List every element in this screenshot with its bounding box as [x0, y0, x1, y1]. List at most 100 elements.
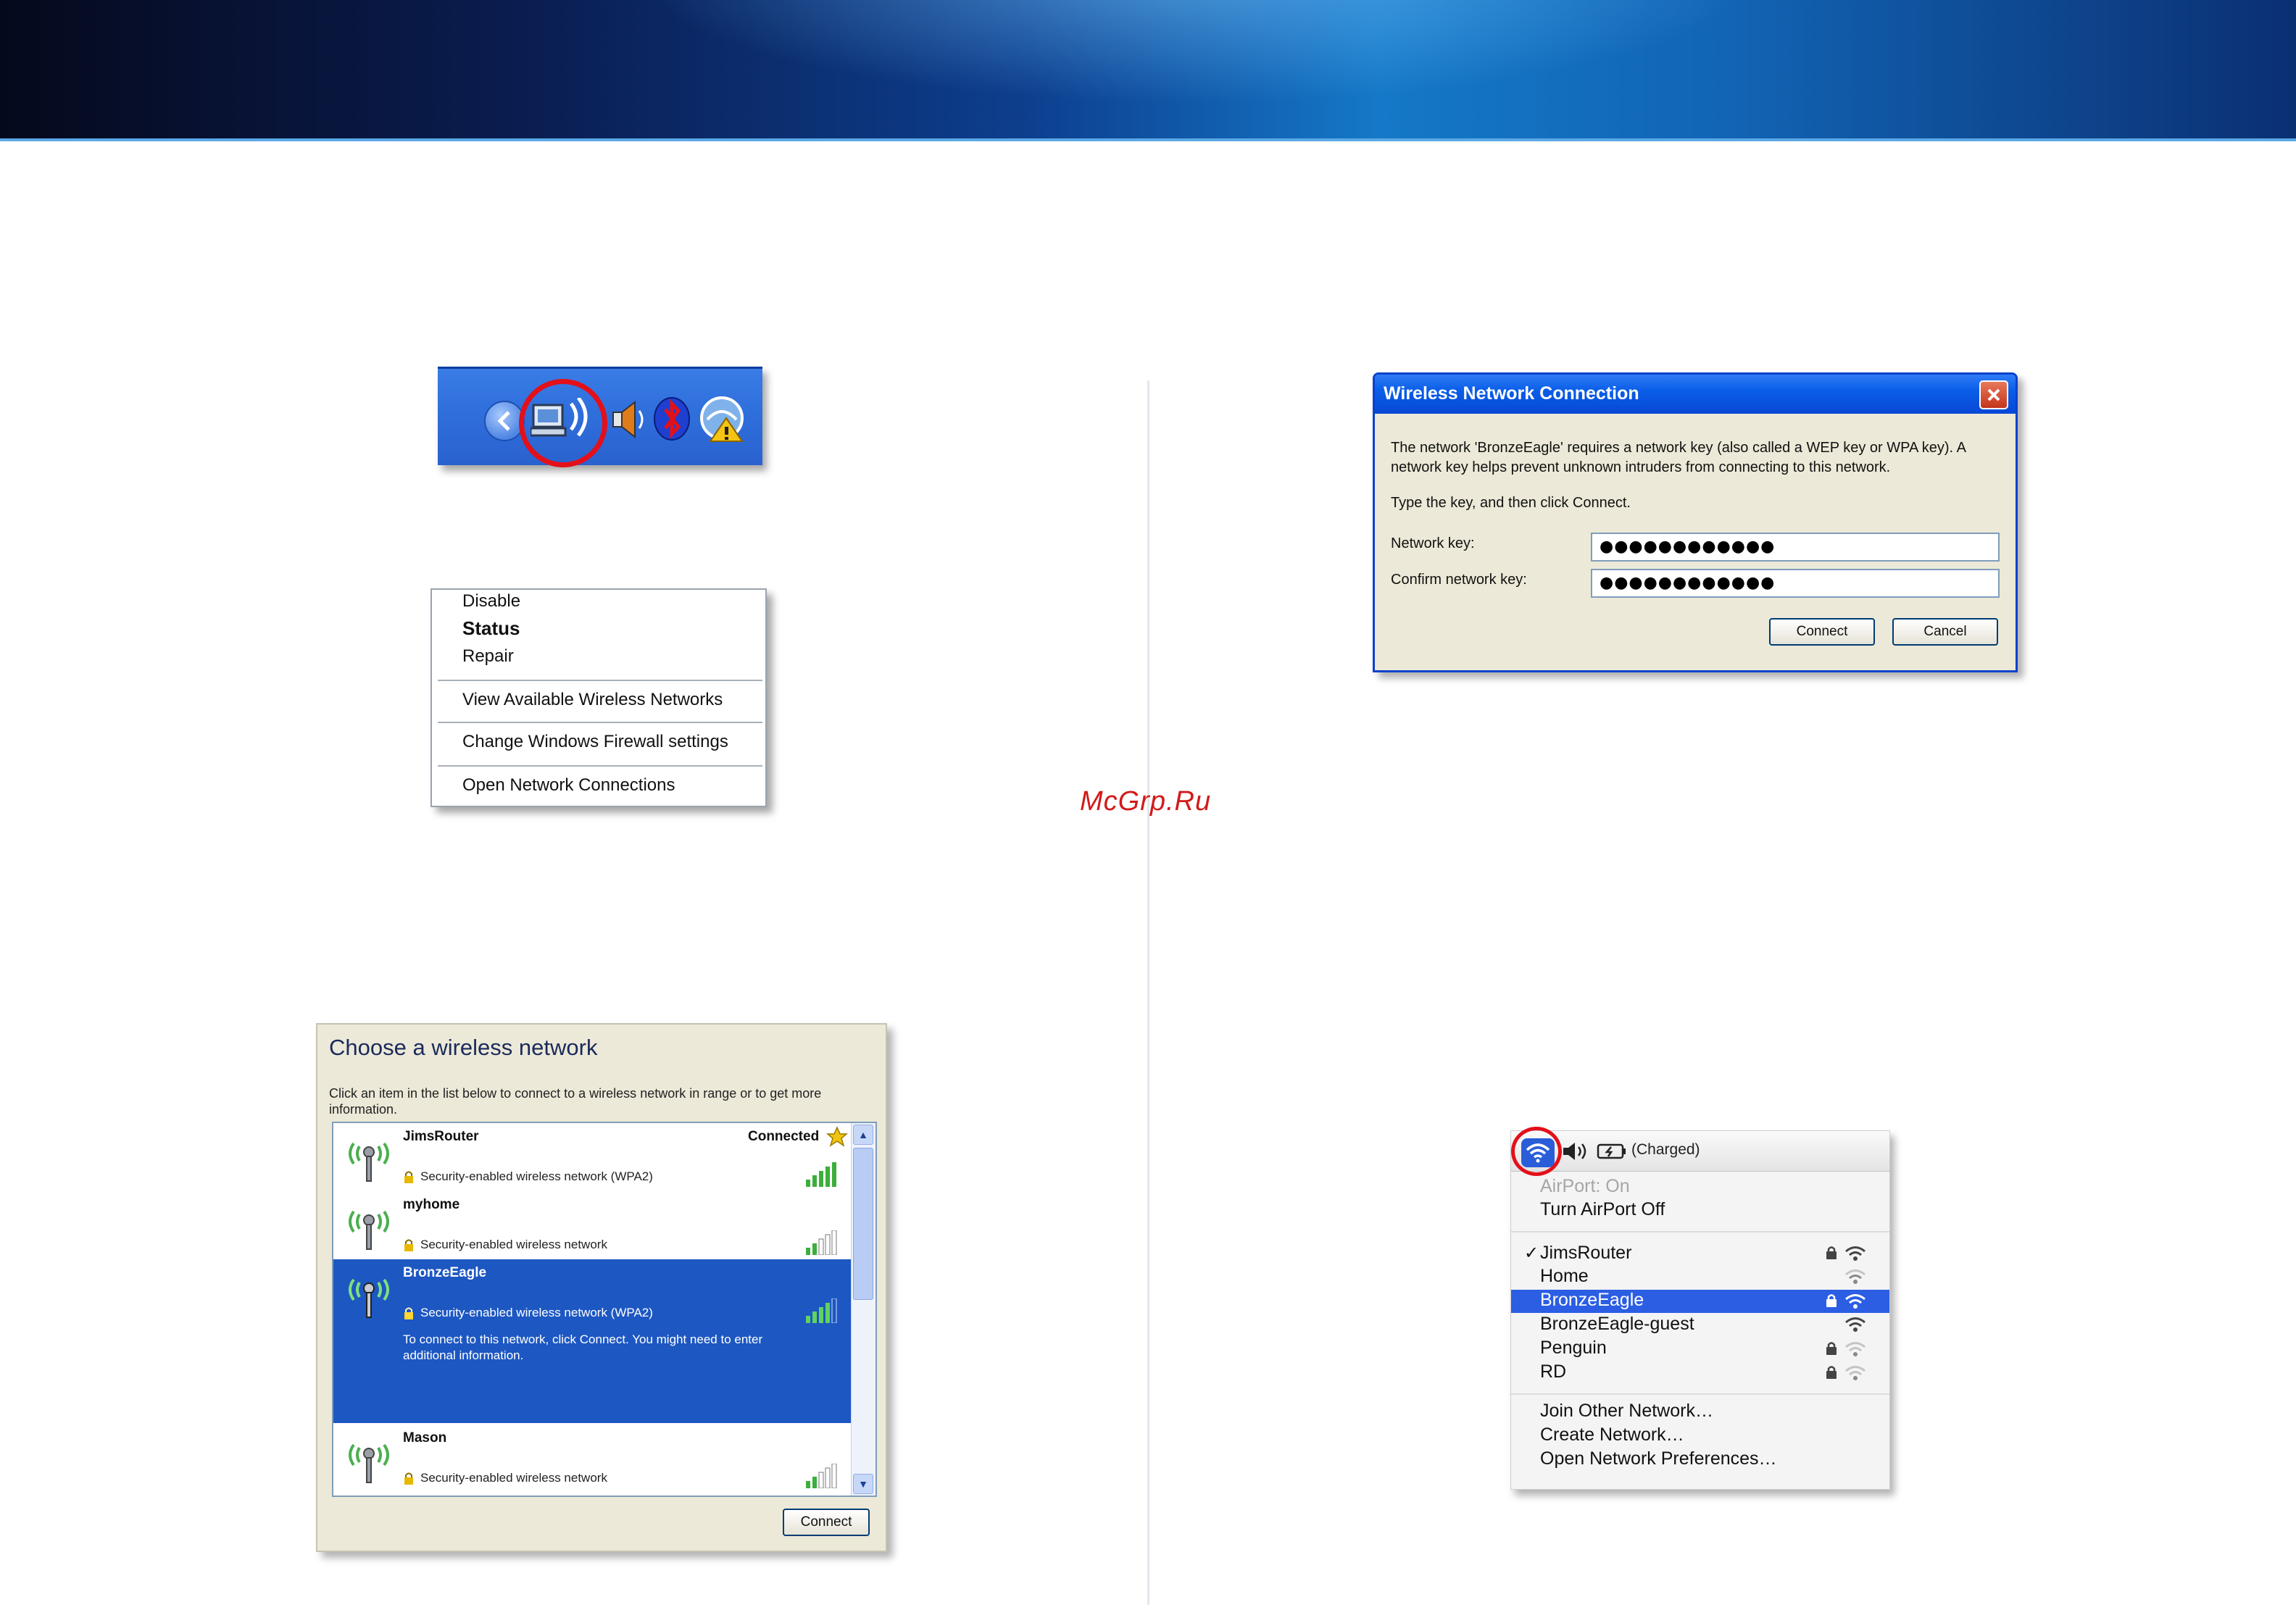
menu-item-disable[interactable]: Disable — [462, 591, 520, 612]
wireless-icon-highlight-circle — [519, 379, 607, 467]
network-name: Mason — [403, 1430, 447, 1446]
banner-glow — [0, 0, 2296, 141]
lock-icon — [1826, 1294, 1837, 1307]
wifi-signal-icon — [1845, 1366, 1865, 1380]
connected-status: Connected — [748, 1129, 820, 1144]
confirm-network-key-label: Confirm network key: — [1391, 572, 1527, 588]
lock-icon — [404, 1171, 413, 1183]
panel-title: Choose a wireless network — [329, 1035, 598, 1060]
banner-rule — [0, 138, 2296, 141]
close-icon — [1987, 388, 2000, 401]
network-row-jimsrouter[interactable]: JimsRouter Connected Security-enabled wi… — [333, 1123, 852, 1191]
connect-button[interactable]: Connect — [1769, 618, 1875, 646]
scroll-up-arrow-icon[interactable]: ▲ — [853, 1125, 873, 1145]
dialog-message: The network 'BronzeEagle' requires a net… — [1391, 440, 1966, 475]
network-row-bronzeeagle[interactable]: BronzeEagle Security-enabled wireless ne… — [333, 1259, 852, 1423]
dialog-titlebar: Wireless Network Connection — [1375, 375, 2016, 414]
network-item-rd[interactable]: RD — [1540, 1361, 1566, 1382]
antenna-icon — [344, 1269, 394, 1324]
close-button[interactable] — [1979, 380, 2008, 409]
battery-status: (Charged) — [1631, 1141, 1700, 1158]
network-item-home[interactable]: Home — [1540, 1266, 1589, 1287]
network-item-jimsrouter[interactable]: JimsRouter — [1540, 1243, 1631, 1264]
network-item-bronzeeagle-guest[interactable]: BronzeEagle-guest — [1540, 1314, 1694, 1335]
dialog-instruction: Type the key, and then click Connect. — [1391, 495, 1631, 511]
network-key-dialog: Wireless Network Connection The network … — [1373, 372, 2018, 672]
menu-item-status[interactable]: Status — [462, 617, 520, 640]
network-key-field[interactable]: ●●●●●●●●●●●● — [1591, 533, 2000, 562]
lock-icon — [404, 1239, 413, 1251]
network-name: myhome — [403, 1197, 460, 1212]
wifi-icon-highlight-circle — [1511, 1127, 1562, 1176]
lock-icon — [1826, 1366, 1837, 1379]
cancel-button[interactable]: Cancel — [1892, 618, 1998, 646]
panel-description: Click an item in the list below to conne… — [329, 1086, 822, 1117]
open-network-preferences-item[interactable]: Open Network Preferences… — [1540, 1448, 1777, 1469]
signal-strength-icon — [806, 1230, 837, 1255]
scroll-thumb[interactable] — [853, 1148, 873, 1300]
network-name: BronzeEagle — [403, 1265, 487, 1280]
watermark: McGrp.Ru — [1080, 786, 1212, 817]
signal-strength-icon — [806, 1464, 837, 1488]
network-key-label: Network key: — [1391, 535, 1475, 551]
connect-help-text: To connect to this network, click Connec… — [403, 1332, 763, 1362]
wireless-network-list[interactable]: JimsRouter Connected Security-enabled wi… — [332, 1122, 877, 1497]
wifi-signal-icon — [1845, 1317, 1865, 1332]
lock-icon — [1826, 1246, 1837, 1259]
network-row-myhome[interactable]: myhome Security-enabled wireless network — [333, 1191, 852, 1259]
bluetooth-icon[interactable] — [652, 396, 691, 445]
wifi-signal-icon — [1845, 1294, 1865, 1309]
security-label: Security-enabled wireless network — [420, 1238, 607, 1251]
network-item-bronzeeagle[interactable]: BronzeEagle — [1540, 1290, 1644, 1311]
wifi-signal-icon — [1845, 1342, 1865, 1356]
connect-button[interactable]: Connect — [783, 1509, 870, 1536]
menu-separator — [438, 765, 762, 767]
antenna-icon — [344, 1201, 394, 1256]
menu-separator — [1511, 1231, 1889, 1232]
network-security: Security-enabled wireless network — [403, 1471, 607, 1485]
create-network-item[interactable]: Create Network… — [1540, 1425, 1684, 1446]
confirm-network-key-field[interactable]: ●●●●●●●●●●●● — [1591, 569, 2000, 598]
lock-icon — [404, 1307, 413, 1319]
menu-separator — [1511, 1393, 1889, 1395]
menu-item-open-network-connections[interactable]: Open Network Connections — [462, 775, 675, 796]
column-divider — [1147, 380, 1149, 1605]
network-row-mason[interactable]: Mason Security-enabled wireless network — [333, 1425, 852, 1496]
wifi-signal-icon — [1845, 1246, 1865, 1261]
airport-status: AirPort: On — [1540, 1176, 1630, 1196]
dialog-title: Wireless Network Connection — [1384, 383, 1639, 404]
turn-airport-off-item[interactable]: Turn AirPort Off — [1540, 1199, 1665, 1220]
system-tray — [438, 367, 762, 467]
menu-item-view-available-wireless-networks[interactable]: View Available Wireless Networks — [462, 690, 723, 710]
lock-icon — [1826, 1342, 1837, 1355]
network-security: Security-enabled wireless network — [403, 1238, 607, 1252]
speaker-icon[interactable] — [610, 399, 646, 443]
antenna-icon — [344, 1435, 394, 1489]
wifi-signal-icon — [1845, 1269, 1865, 1284]
scroll-down-arrow-icon[interactable]: ▼ — [853, 1474, 873, 1494]
security-warning-icon[interactable] — [700, 396, 746, 446]
menu-item-repair[interactable]: Repair — [462, 646, 514, 667]
airport-menu: (Charged) AirPort: On Turn AirPort Off ✓… — [1510, 1127, 1890, 1490]
checkmark-icon: ✓ — [1524, 1243, 1539, 1263]
network-context-menu: Disable Status Repair View Available Wir… — [430, 588, 767, 807]
list-scrollbar[interactable]: ▲ ▼ — [851, 1123, 875, 1496]
lock-icon — [404, 1472, 413, 1485]
network-security: Security-enabled wireless network (WPA2) — [403, 1306, 653, 1320]
header-banner — [0, 0, 2296, 141]
star-icon — [826, 1126, 848, 1147]
join-other-network-item[interactable]: Join Other Network… — [1540, 1401, 1713, 1422]
battery-icon[interactable] — [1597, 1143, 1627, 1160]
network-item-penguin[interactable]: Penguin — [1540, 1338, 1607, 1359]
menu-separator — [438, 680, 762, 681]
network-security: Security-enabled wireless network (WPA2) — [403, 1169, 653, 1184]
menu-item-change-firewall-settings[interactable]: Change Windows Firewall settings — [462, 732, 728, 752]
security-label: Security-enabled wireless network (WPA2) — [420, 1306, 653, 1319]
antenna-icon — [344, 1133, 394, 1188]
volume-icon[interactable] — [1562, 1141, 1589, 1161]
choose-wireless-network-panel: Choose a wireless network Click an item … — [316, 1023, 887, 1552]
security-label: Security-enabled wireless network (WPA2) — [420, 1169, 653, 1183]
signal-strength-icon — [806, 1162, 836, 1187]
security-label: Security-enabled wireless network — [420, 1471, 607, 1485]
menu-bar: (Charged) — [1511, 1127, 1889, 1176]
